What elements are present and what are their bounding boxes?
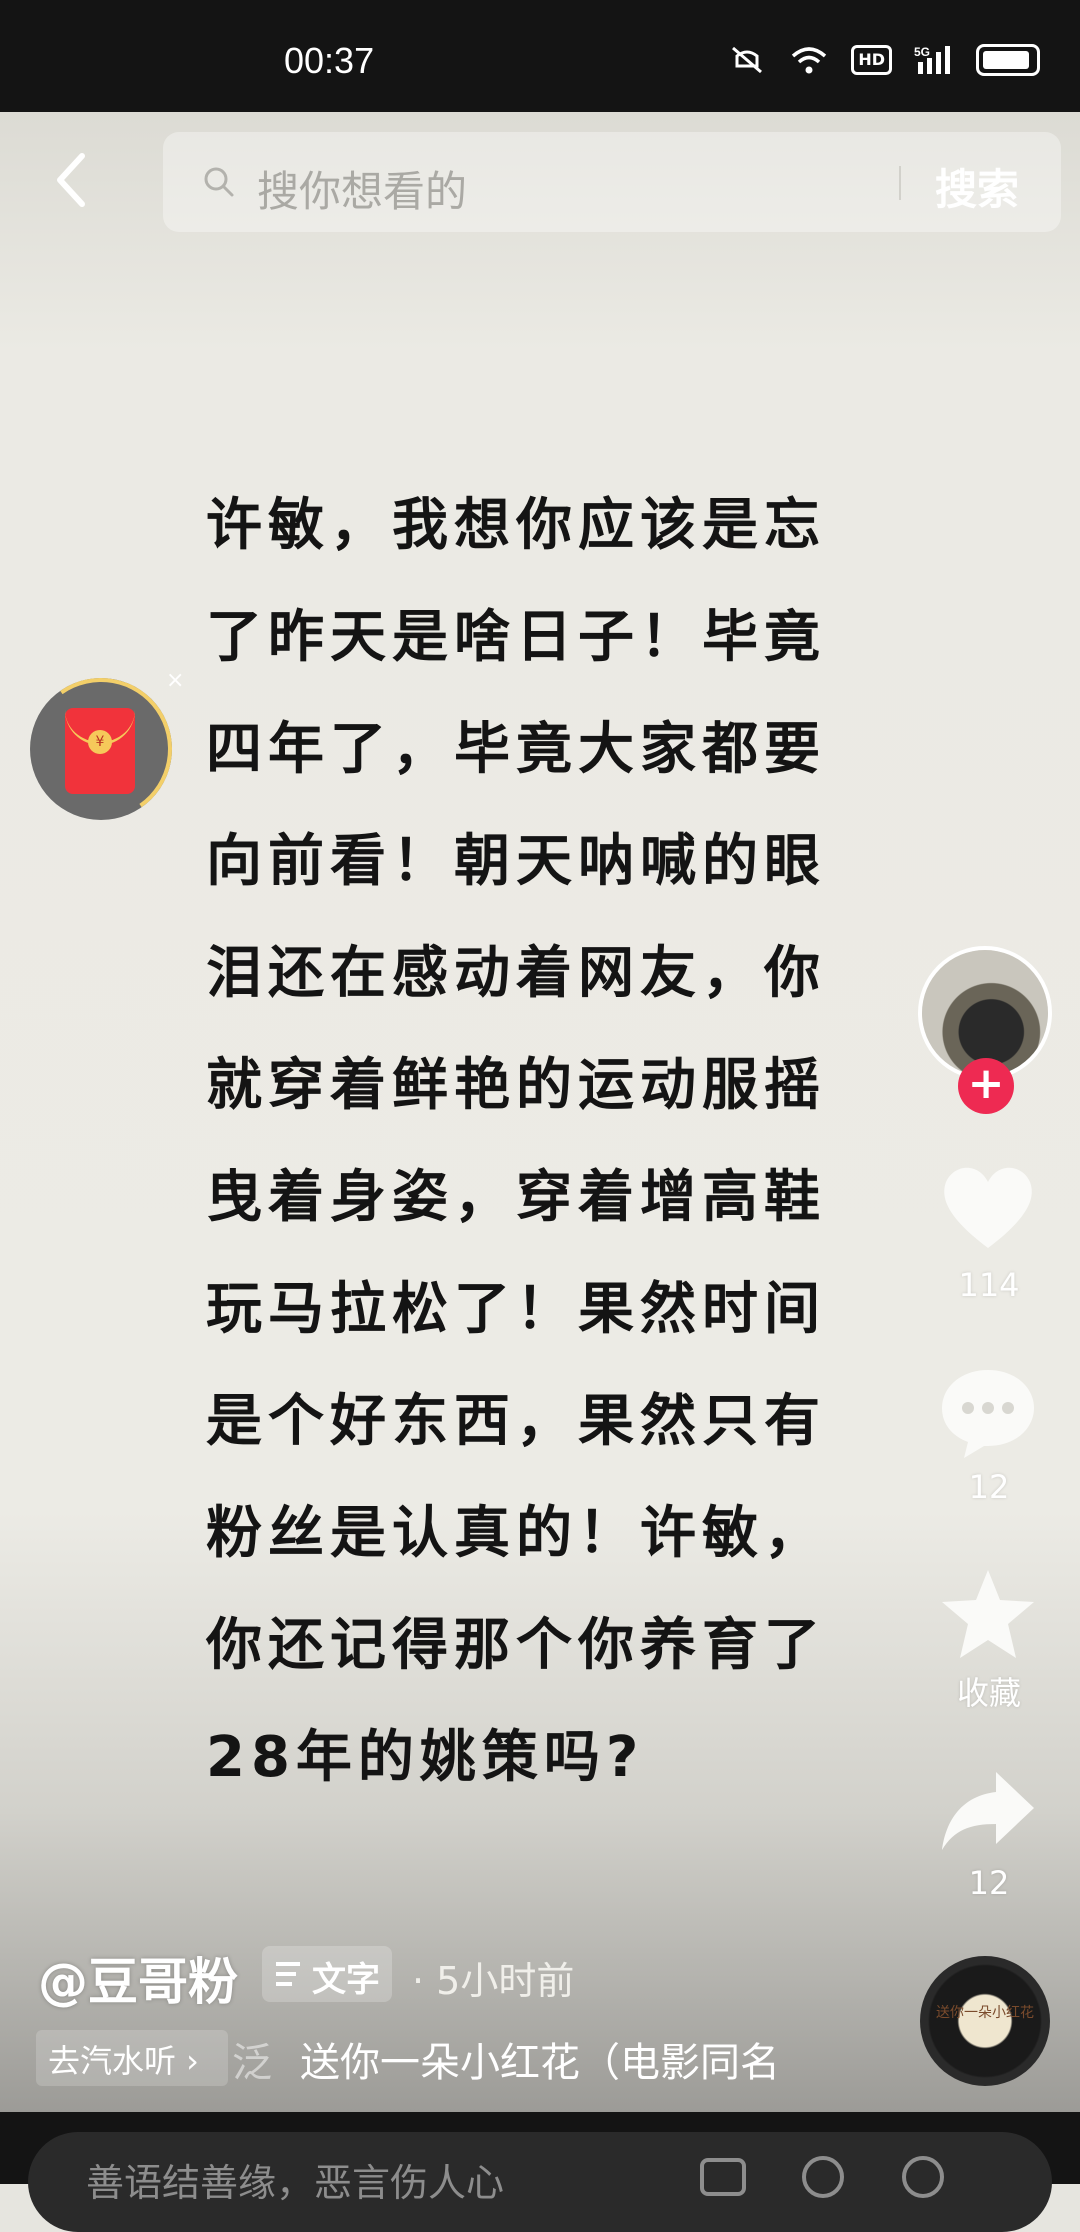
listen-in-qishui-button[interactable]: 去汽水听 › (36, 2030, 228, 2086)
post-text-line: 许敏，我想你应该是忘 (206, 493, 826, 558)
post-text-line: 玩马拉松了！果然时间 (206, 1277, 826, 1342)
favorite-label: 收藏 (956, 1674, 1021, 1712)
network-label: 5G (914, 45, 930, 59)
search-button[interactable]: 搜索 (935, 156, 1019, 217)
music-disc[interactable]: 送你一朵小红花 (920, 1956, 1050, 2086)
battery-icon (976, 44, 1040, 76)
emoji-icon[interactable] (898, 2152, 948, 2202)
author-name[interactable]: @豆哥粉 (38, 1942, 238, 2014)
like-count: 114 (958, 1266, 1020, 1304)
text-tag-label: 文字 (312, 1960, 380, 2000)
wifi-icon (792, 47, 827, 74)
search-icon (204, 167, 234, 197)
post-text-line: 就穿着鲜艳的运动服摇 (206, 1053, 826, 1118)
post-text-line: 向前看！朝天呐喊的眼 (206, 829, 826, 894)
like-heart-icon[interactable] (938, 1160, 1038, 1256)
back-icon[interactable] (50, 150, 94, 210)
comment-placeholder: 善语结善缘，恶言伤人心 (86, 2161, 505, 2205)
music-title[interactable]: 送你一朵小红花（电影同名 (300, 2030, 780, 2088)
comment-count: 12 (968, 1468, 1010, 1506)
hd-icon: HD (851, 45, 892, 75)
search-input[interactable]: 搜你想看的 (257, 158, 467, 219)
follow-button[interactable]: + (958, 1058, 1014, 1114)
post-text-line: 你还记得那个你养育了 (206, 1613, 826, 1678)
signal-5g-icon: 5G (914, 45, 950, 74)
text-lines-icon (276, 1962, 300, 1986)
status-bar: 00:37 HD 5G (0, 0, 1080, 112)
post-text-line: 了昨天是啥日子！毕竟 (206, 605, 826, 670)
comment-icon[interactable] (938, 1364, 1038, 1460)
listen-button-label: 去汽水听 › (48, 2042, 199, 2080)
disc-label: 送你一朵小红花 (936, 2005, 1034, 2021)
status-icons: HD 5G (727, 44, 1040, 76)
post-text: 许敏，我想你应该是忘 了昨天是啥日子！毕竟 四年了，毕竟大家都要 向前看！朝天呐… (206, 470, 896, 1814)
close-icon[interactable]: × (166, 668, 184, 693)
post-time: · 5小时前 (412, 1959, 575, 2003)
post-text-line: 28年的姚策吗? (206, 1725, 645, 1790)
comment-input[interactable]: 善语结善缘，恶言伤人心 (28, 2132, 1052, 2232)
status-time: 00:37 (284, 40, 375, 81)
search-divider (899, 166, 901, 200)
post-text-line: 曳着身姿，穿着增高鞋 (206, 1165, 826, 1230)
favorite-star-icon[interactable] (938, 1566, 1038, 1662)
share-count: 12 (968, 1864, 1010, 1902)
mention-icon[interactable] (798, 2152, 848, 2202)
comment-bar: 善语结善缘，恶言伤人心 (0, 2112, 1080, 2232)
mute-icon (732, 46, 763, 74)
post-text-line: 四年了，毕竟大家都要 (206, 717, 826, 782)
text-tag[interactable]: 文字 (262, 1946, 392, 2002)
share-icon[interactable] (938, 1766, 1038, 1856)
search-bar[interactable]: 搜你想看的 搜索 (163, 132, 1061, 232)
post-text-line: 粉丝是认真的！许敏， (206, 1501, 826, 1566)
post-text-line: 泪还在感动着网友，你 (206, 941, 826, 1006)
music-title-clipped: 泛 (232, 2040, 272, 2086)
post-text-line: 是个好东西，果然只有 (206, 1389, 826, 1454)
image-icon[interactable] (698, 2152, 748, 2202)
